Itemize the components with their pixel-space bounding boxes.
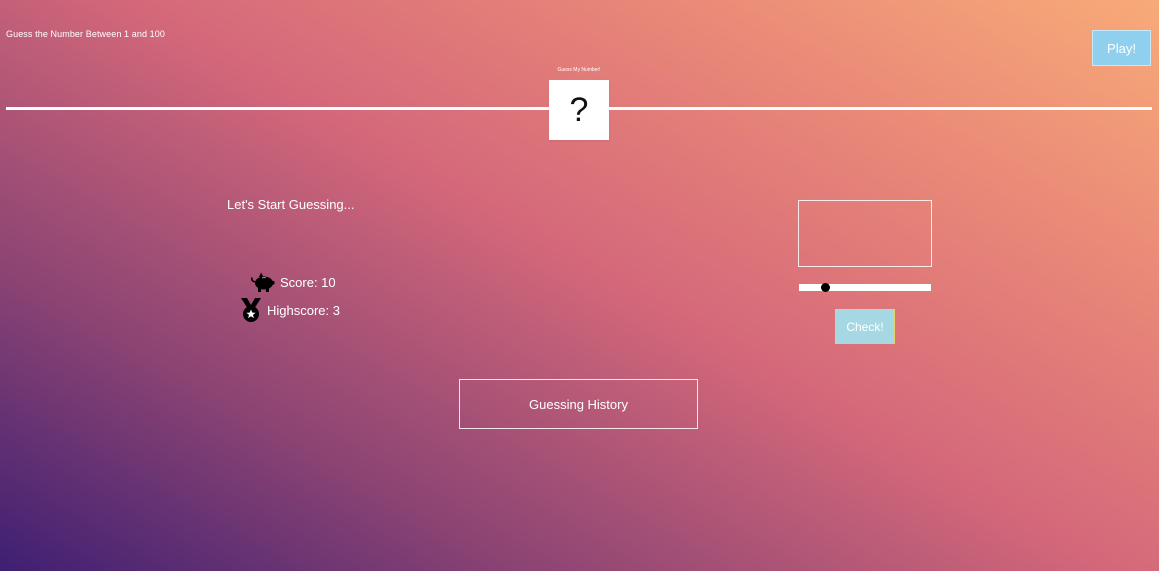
page-title: Guess the Number Between 1 and 100 <box>6 29 165 39</box>
score-label: Score: 10 <box>280 274 336 290</box>
guessing-history-button[interactable]: Guessing History <box>459 379 698 429</box>
secret-number-box: ? <box>549 80 609 140</box>
status-message: Let's Start Guessing... <box>227 197 355 212</box>
check-button[interactable]: Check! <box>835 309 895 344</box>
guess-slider[interactable] <box>799 283 931 292</box>
guess-input[interactable] <box>798 200 932 267</box>
highscore-label: Highscore: 3 <box>267 302 340 318</box>
slider-thumb[interactable] <box>821 283 830 292</box>
highscore-display: Highscore: 3 <box>239 297 340 323</box>
medal-icon <box>239 297 263 323</box>
piggy-bank-icon <box>250 271 276 293</box>
score-display: Score: 10 <box>250 271 336 293</box>
play-button[interactable]: Play! <box>1092 30 1151 66</box>
secret-number-label: Guess My Number! <box>557 67 601 73</box>
